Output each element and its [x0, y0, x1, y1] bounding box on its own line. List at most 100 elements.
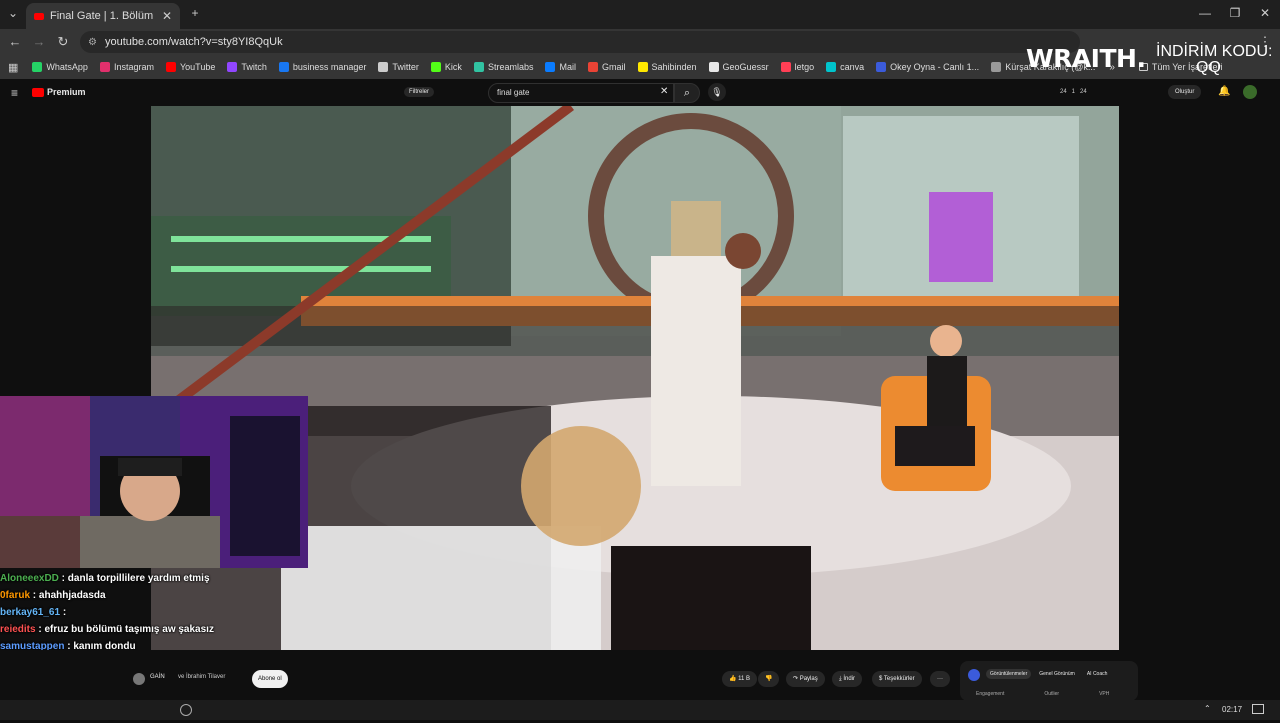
- chat-message: berkay61_61 :: [0, 604, 320, 621]
- new-tab-button[interactable]: +: [186, 4, 204, 22]
- forward-icon[interactable]: →: [30, 33, 48, 51]
- bookmark-item[interactable]: letgo: [775, 62, 821, 72]
- chat-username[interactable]: berkay61_61: [0, 607, 60, 618]
- chat-text: ahahhjadasda: [38, 590, 106, 601]
- download-button[interactable]: ⤓ İndir: [832, 671, 862, 687]
- chat-username[interactable]: AloneeexDD: [0, 573, 59, 584]
- analytics-panel: Görüntülenmeler Genel Görünüm AI Coach Eng…: [960, 661, 1138, 701]
- channel-name[interactable]: GAİN: [150, 674, 165, 680]
- bookmark-favicon-icon: [826, 62, 837, 72]
- bookmark-label: GeoGuessr: [722, 62, 769, 72]
- restore-button[interactable]: ❐: [1226, 4, 1244, 22]
- chat-message: reiedits : efruz bu bölümü taşımış aw şa…: [0, 621, 320, 638]
- like-button[interactable]: 👍 11 B: [722, 671, 758, 687]
- collab-text[interactable]: ve İbrahim Tilaver: [178, 674, 225, 680]
- bookmark-label: Twitch: [241, 62, 267, 72]
- bookmark-label: canva: [840, 62, 865, 72]
- bookmark-favicon-icon: [587, 62, 598, 72]
- account-avatar[interactable]: [1243, 85, 1257, 99]
- bookmark-item[interactable]: Okey Oyna - Canlı 1...: [870, 62, 985, 72]
- bookmark-item[interactable]: canva: [820, 62, 870, 72]
- filters-button[interactable]: Filtreler: [404, 87, 435, 97]
- bookmark-item[interactable]: YouTube: [160, 62, 221, 72]
- share-button[interactable]: ↷ Paylaş: [786, 671, 825, 687]
- bookmark-label: Gmail: [601, 62, 626, 72]
- more-actions-button[interactable]: ···: [930, 671, 950, 687]
- microphone-icon[interactable]: 🎙: [708, 83, 726, 101]
- subscribe-button[interactable]: Abone ol: [252, 670, 288, 688]
- chat-text: danla torpillilere yardım etmiş: [67, 573, 210, 584]
- download-label: İndir: [843, 676, 855, 682]
- hamburger-menu-icon[interactable]: ≡: [11, 86, 18, 100]
- share-icon: ↷: [793, 676, 800, 682]
- create-button[interactable]: Oluştur: [1168, 85, 1202, 99]
- bookmark-label: Mail: [559, 62, 576, 72]
- bookmark-item[interactable]: GeoGuessr: [703, 62, 775, 72]
- tab-title: Final Gate | 1. Bölüm Full İzle - Y: [50, 10, 156, 22]
- bookmark-favicon-icon: [278, 62, 289, 72]
- address-bar[interactable]: ⚙ youtube.com/watch?v=sty8YI8QqUk: [80, 31, 1080, 53]
- bookmark-favicon-icon: [378, 62, 389, 72]
- video-player[interactable]: [151, 106, 1119, 650]
- youtube-premium-logo[interactable]: Premium: [32, 87, 86, 97]
- clear-search-icon[interactable]: ✕: [660, 86, 668, 97]
- clock[interactable]: 02:17: [1222, 705, 1242, 714]
- url-text: youtube.com/watch?v=sty8YI8QqUk: [104, 36, 283, 48]
- analytics-tab[interactable]: Görüntülenmeler: [986, 669, 1032, 679]
- webcam-frame: [0, 396, 308, 568]
- bookmark-label: Instagram: [113, 62, 154, 72]
- bookmark-favicon-icon: [780, 62, 791, 72]
- bookmark-item[interactable]: Gmail: [582, 62, 632, 72]
- bookmark-item[interactable]: Sahibinden: [632, 62, 703, 72]
- notifications-bell-icon[interactable]: 🔔: [1218, 86, 1230, 97]
- search-input[interactable]: final gate: [488, 83, 674, 103]
- chat-message: 0faruk : ahahhjadasda: [0, 587, 320, 604]
- browser-tab-active[interactable]: Final Gate | 1. Bölüm Full İzle - Y ✕: [26, 3, 180, 29]
- search-icon[interactable]: ⌕: [674, 83, 700, 103]
- bookmark-item[interactable]: WhatsApp: [26, 62, 94, 72]
- bookmark-favicon-icon: [32, 62, 43, 72]
- chat-separator: :: [60, 607, 67, 618]
- youtube-favicon-icon: [34, 12, 44, 20]
- analytics-logo-icon: [968, 669, 980, 681]
- minimize-button[interactable]: —: [1196, 4, 1214, 22]
- chat-username[interactable]: reiedits: [0, 624, 36, 635]
- chat-message: AloneeexDD : danla torpillilere yardım e…: [0, 570, 320, 587]
- bookmark-item[interactable]: Mail: [539, 62, 582, 72]
- notifications-icon[interactable]: [1252, 704, 1264, 714]
- bookmark-item[interactable]: Kick: [425, 62, 468, 72]
- bookmark-favicon-icon: [99, 62, 110, 72]
- sponsor-logo: WRAITH.: [1026, 44, 1146, 73]
- bookmark-label: letgo: [794, 62, 815, 72]
- bookmark-favicon-icon: [876, 62, 887, 72]
- tab-search-icon[interactable]: ⌄: [4, 4, 22, 22]
- site-info-icon[interactable]: ⚙: [88, 37, 97, 48]
- back-icon[interactable]: ←: [6, 33, 24, 51]
- bookmark-label: Sahibinden: [651, 62, 697, 72]
- bookmark-item[interactable]: Twitch: [221, 62, 273, 72]
- close-tab-icon[interactable]: ✕: [162, 9, 172, 23]
- windows-taskbar: ⌃ 02:17: [0, 700, 1280, 720]
- thanks-button[interactable]: $ Teşekkürler: [872, 671, 922, 687]
- bookmark-item[interactable]: business manager: [273, 62, 373, 72]
- channel-avatar[interactable]: [133, 673, 145, 685]
- bookmark-item[interactable]: Streamlabs: [468, 62, 540, 72]
- streamer-webcam: [0, 396, 308, 568]
- filters-label: Filtreler: [409, 89, 430, 95]
- apps-grid-icon[interactable]: ▦: [0, 61, 26, 74]
- bookmark-label: WhatsApp: [46, 62, 88, 72]
- premium-label: Premium: [47, 87, 86, 97]
- analytics-tab[interactable]: Genel Görünüm: [1035, 669, 1079, 679]
- bookmark-item[interactable]: Twitter: [372, 62, 425, 72]
- tray-chevron-icon[interactable]: ⌃: [1204, 704, 1211, 713]
- taskbar-app-icon[interactable]: [180, 704, 192, 716]
- dislike-button[interactable]: 👎: [758, 671, 780, 687]
- reload-icon[interactable]: ↻: [54, 33, 72, 51]
- bookmark-item[interactable]: Instagram: [94, 62, 160, 72]
- bookmark-label: Twitter: [392, 62, 419, 72]
- chat-username[interactable]: 0faruk: [0, 590, 30, 601]
- analytics-metric-label: Outlier: [1044, 691, 1060, 697]
- bookmark-favicon-icon: [473, 62, 484, 72]
- close-window-button[interactable]: ✕: [1256, 4, 1274, 22]
- analytics-tab[interactable]: AI Coach: [1083, 669, 1112, 679]
